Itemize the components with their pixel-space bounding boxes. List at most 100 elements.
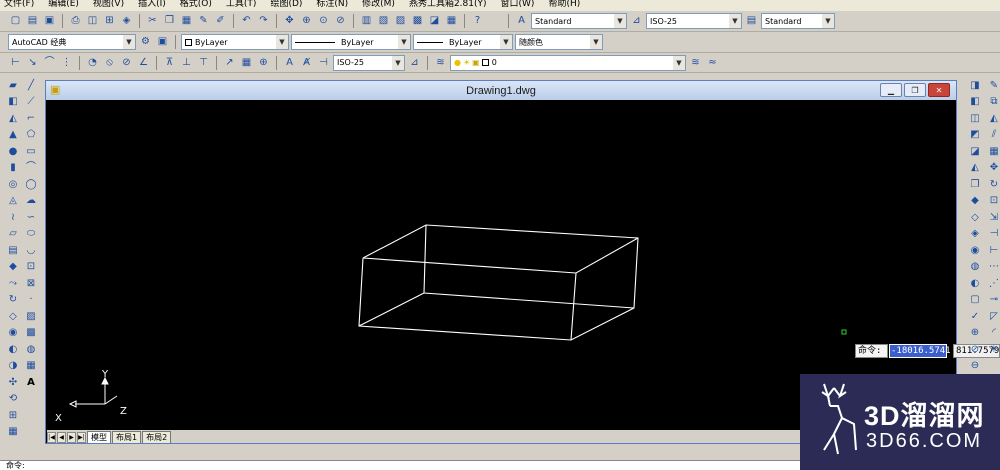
box-icon[interactable]: ◧ xyxy=(5,95,21,111)
angular-dim-icon[interactable]: ∠ xyxy=(136,55,151,70)
chamfer-icon[interactable]: ◸ xyxy=(986,309,1000,325)
menu-format[interactable]: 格式(O) xyxy=(180,0,212,11)
sweep-icon[interactable]: ⤳ xyxy=(5,276,21,292)
preview-icon[interactable]: ◫ xyxy=(85,14,100,29)
prev-tab-button[interactable]: ◀ xyxy=(57,432,66,443)
extend-icon[interactable]: ⊢ xyxy=(986,243,1000,259)
cut-icon[interactable]: ✂ xyxy=(145,14,160,29)
calculator-icon[interactable]: ▦ xyxy=(444,14,459,29)
3d-array-icon[interactable]: ▦ xyxy=(5,425,21,441)
dim-edit-icon[interactable]: A xyxy=(282,55,297,70)
menu-file[interactable]: 文件(F) xyxy=(4,0,34,11)
polysolid-icon[interactable]: ▰ xyxy=(5,78,21,94)
menu-tools[interactable]: 工具(T) xyxy=(226,0,257,11)
close-button[interactable]: ✕ xyxy=(928,83,950,97)
zoom-realtime-icon[interactable]: ⊕ xyxy=(299,14,314,29)
torus-icon[interactable]: ◎ xyxy=(5,177,21,193)
jogged-dim-icon[interactable]: ⦸ xyxy=(102,55,117,70)
point-icon[interactable]: · xyxy=(23,293,39,309)
redo-icon[interactable]: ↷ xyxy=(256,14,271,29)
quick-dim-icon[interactable]: ⊼ xyxy=(162,55,177,70)
tolerance-icon[interactable]: ▦ xyxy=(239,55,254,70)
menu-view[interactable]: 视图(V) xyxy=(93,0,124,11)
multiline-text-icon[interactable]: A xyxy=(23,375,39,391)
text-style-select[interactable]: Standard ▼ xyxy=(531,13,627,29)
ellipse-icon[interactable]: ⬭ xyxy=(23,227,39,243)
first-tab-button[interactable]: |◀ xyxy=(47,432,56,443)
region-icon[interactable]: ◍ xyxy=(23,342,39,358)
layer-select[interactable]: ● ☀ ▣ 0 ▼ xyxy=(450,54,686,71)
presspull-icon[interactable]: ◆ xyxy=(5,260,21,276)
menu-yanxiu-toolbox[interactable]: 燕秀工具箱2.81(Y) xyxy=(409,0,487,11)
continue-dim-icon[interactable]: ⊤ xyxy=(196,55,211,70)
dim-style-icon[interactable]: ⊿ xyxy=(629,14,644,29)
my-workspace-icon[interactable]: ▣ xyxy=(155,35,170,50)
trim-icon[interactable]: ⊣ xyxy=(986,227,1000,243)
zoom-previous-icon[interactable]: ⊘ xyxy=(333,14,348,29)
circle-icon[interactable]: ◯ xyxy=(23,177,39,193)
plot-icon[interactable]: ⎙ xyxy=(68,14,83,29)
pyramid-icon[interactable]: ◬ xyxy=(5,194,21,210)
3d-rotate-icon[interactable]: ⟲ xyxy=(5,392,21,408)
open-icon[interactable]: ▤ xyxy=(25,14,40,29)
explode-icon[interactable]: ✳ xyxy=(986,342,1000,358)
offset-faces-icon[interactable]: ◫ xyxy=(967,111,983,127)
tab-layout1[interactable]: 布局1 xyxy=(112,431,142,443)
minimize-button[interactable]: ▁ xyxy=(880,83,902,97)
zoom-window-icon[interactable]: ⊙ xyxy=(316,14,331,29)
copy-faces-icon[interactable]: ❐ xyxy=(967,177,983,193)
undo-icon[interactable]: ↶ xyxy=(239,14,254,29)
break-at-point-icon[interactable]: ⋯ xyxy=(986,260,1000,276)
make-block-icon[interactable]: ⊠ xyxy=(23,276,39,292)
next-tab-button[interactable]: ▶ xyxy=(67,432,76,443)
line-icon[interactable]: ╱ xyxy=(23,78,39,94)
intersect-icon[interactable]: ◑ xyxy=(5,359,21,375)
table-style-icon[interactable]: ▤ xyxy=(744,14,759,29)
menu-edit[interactable]: 编辑(E) xyxy=(48,0,79,11)
spline-icon[interactable]: ∽ xyxy=(23,210,39,226)
clean-icon[interactable]: ◍ xyxy=(967,260,983,276)
publish-icon[interactable]: ⊞ xyxy=(102,14,117,29)
menu-window[interactable]: 窗口(W) xyxy=(501,0,535,11)
planar-surface-icon[interactable]: ▱ xyxy=(5,227,21,243)
menu-help[interactable]: 帮助(H) xyxy=(548,0,580,11)
helix-icon[interactable]: ≀ xyxy=(5,210,21,226)
gradient-icon[interactable]: ▩ xyxy=(23,326,39,342)
baseline-dim-icon[interactable]: ⊥ xyxy=(179,55,194,70)
radius-dim-icon[interactable]: ◔ xyxy=(85,55,100,70)
workspace-select[interactable]: AutoCAD 经典 ▼ xyxy=(8,34,136,50)
polygon-icon[interactable]: ⬠ xyxy=(23,128,39,144)
dim-style-select-2[interactable]: ISO-25 ▼ xyxy=(333,54,405,71)
3d-move-icon[interactable]: ✣ xyxy=(5,375,21,391)
imprint-icon[interactable]: ◉ xyxy=(967,243,983,259)
dynamic-input-x[interactable]: -18016.5741 xyxy=(889,344,951,358)
color-select[interactable]: ByLayer ▼ xyxy=(181,34,289,50)
table-style-select[interactable]: Standard ▼ xyxy=(761,13,835,29)
3d-align-icon[interactable]: ⊞ xyxy=(5,408,21,424)
taper-faces-icon[interactable]: ◭ xyxy=(967,161,983,177)
quick-leader-icon[interactable]: ↗ xyxy=(222,55,237,70)
menu-modify[interactable]: 修改(M) xyxy=(362,0,395,11)
stretch-icon[interactable]: ⇲ xyxy=(986,210,1000,226)
break-icon[interactable]: ⋰ xyxy=(986,276,1000,292)
dim-style-manager-icon[interactable]: ⊿ xyxy=(407,55,422,70)
polyline-icon[interactable]: ⌐ xyxy=(23,111,39,127)
separate-icon[interactable]: ◐ xyxy=(967,276,983,292)
menu-insert[interactable]: 插入(I) xyxy=(138,0,166,11)
move-faces-icon[interactable]: ◧ xyxy=(967,95,983,111)
help-icon[interactable]: ? xyxy=(470,14,485,29)
layer-previous-icon[interactable]: ≈ xyxy=(705,55,720,70)
fillet-icon[interactable]: ◜ xyxy=(986,326,1000,342)
check-icon[interactable]: ✓ xyxy=(967,309,983,325)
erase-icon[interactable]: ✎ xyxy=(986,78,1000,94)
revision-cloud-icon[interactable]: ☁ xyxy=(23,194,39,210)
table-icon[interactable]: ▦ xyxy=(23,359,39,375)
restore-button[interactable]: ❐ xyxy=(904,83,926,97)
menu-draw[interactable]: 绘图(D) xyxy=(270,0,302,11)
union-icon[interactable]: ◉ xyxy=(5,326,21,342)
copy-object-icon[interactable]: ⧉ xyxy=(986,95,1000,111)
paste-icon[interactable]: ▦ xyxy=(179,14,194,29)
menu-dimension[interactable]: 标注(N) xyxy=(316,0,348,11)
design-center-icon[interactable]: ▧ xyxy=(376,14,391,29)
subtract-icon[interactable]: ◐ xyxy=(5,342,21,358)
